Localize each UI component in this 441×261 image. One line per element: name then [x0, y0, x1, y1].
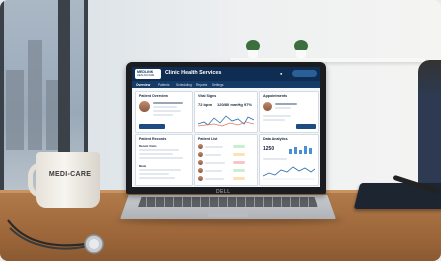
card-title: Vital Signs	[198, 94, 217, 98]
table-row[interactable]	[205, 145, 223, 148]
list-avatar	[198, 152, 203, 157]
potted-plant	[294, 40, 308, 58]
window-mullion	[0, 0, 4, 190]
coffee-mug	[36, 152, 100, 208]
text-line	[275, 107, 291, 109]
table-row[interactable]	[205, 177, 224, 180]
text-line	[139, 173, 169, 175]
view-all-button[interactable]	[296, 124, 316, 129]
list-avatar	[198, 144, 203, 149]
card-title: Patient Records	[139, 137, 167, 141]
recent-visits-label: Recent Visits	[139, 144, 157, 148]
app-header: MEDLINK HEALTHCARE Clinic Health Service…	[132, 67, 320, 81]
card-title: Patient List	[198, 137, 218, 141]
card-title: Data Analytics	[263, 137, 288, 141]
blood-pressure-value: 120/80 mmHg	[217, 102, 243, 107]
photo-scene: MEDI-CARE DELL MEDLINK HEALTHCARE Clinic…	[0, 0, 441, 261]
table-row[interactable]	[205, 153, 221, 156]
patient-list-card: Patient List	[194, 134, 258, 186]
laptop-brand-logo: DELL	[216, 189, 231, 195]
laptop-keyboard	[138, 197, 318, 207]
analytics-line-chart	[263, 166, 315, 180]
user-menu[interactable]	[292, 70, 317, 77]
laptop-screen: MEDLINK HEALTHCARE Clinic Health Service…	[132, 67, 320, 187]
patient-records-card: Patient Records Recent Visits Meds	[135, 134, 193, 186]
stethoscope	[7, 219, 104, 254]
list-avatar	[198, 168, 203, 173]
text-line	[153, 102, 183, 104]
table-row[interactable]	[205, 169, 222, 172]
status-badge	[233, 169, 245, 173]
status-badge	[233, 177, 245, 181]
status-badge	[233, 145, 245, 149]
text-line	[153, 110, 181, 112]
total-patients-value: 1250	[263, 146, 275, 152]
list-avatar	[198, 176, 203, 181]
patient-overview-card: Patient Overview	[135, 91, 193, 133]
text-line	[263, 158, 287, 160]
text-line	[139, 177, 175, 179]
vital-signs-card: Vital Signs 72 bpm 120/80 mmHg 97%	[194, 91, 258, 133]
text-line	[139, 153, 173, 155]
text-line	[139, 149, 179, 151]
vitals-chart	[198, 115, 254, 127]
laptop-trackpad	[208, 209, 248, 217]
appointments-card: Appointments	[259, 91, 319, 133]
nav-patients[interactable]: Patients	[158, 83, 170, 87]
text-line	[139, 169, 181, 171]
table-row[interactable]	[205, 161, 225, 164]
nav-overview[interactable]: Overview	[136, 83, 150, 87]
card-title: Appointments	[263, 94, 288, 98]
text-line	[153, 106, 177, 108]
heart-rate-value: 72 bpm	[198, 102, 213, 107]
doctor-avatar	[263, 102, 272, 111]
text-line	[263, 115, 291, 117]
status-badge	[233, 153, 245, 157]
text-line	[263, 119, 285, 121]
city-building	[28, 40, 42, 150]
nav-reports[interactable]: Reports	[196, 83, 207, 87]
status-badge	[233, 161, 245, 165]
app-title: Clinic Health Services	[165, 70, 222, 76]
list-avatar	[198, 160, 203, 165]
analytics-bar-chart	[289, 146, 312, 154]
city-building	[6, 70, 24, 150]
text-line	[153, 114, 173, 116]
nav-settings[interactable]: Settings	[212, 83, 224, 87]
patient-avatar	[139, 101, 150, 112]
view-details-button[interactable]	[139, 124, 165, 129]
card-title: Patient Overview	[139, 94, 168, 98]
spo2-value: 97%	[244, 102, 253, 107]
logo-sub-text: HEALTHCARE	[137, 74, 155, 77]
text-line	[275, 103, 297, 105]
mug-label: MEDI-CARE	[48, 171, 92, 178]
main-nav: Overview Patients Scheduling Reports Set…	[132, 81, 320, 88]
notification-bell-icon[interactable]: ●	[280, 71, 282, 76]
data-analytics-card: Data Analytics 1250	[259, 134, 319, 186]
text-line	[139, 157, 183, 159]
potted-plant	[246, 40, 260, 58]
nav-scheduling[interactable]: Scheduling	[176, 83, 192, 87]
meds-label: Meds	[139, 164, 147, 168]
